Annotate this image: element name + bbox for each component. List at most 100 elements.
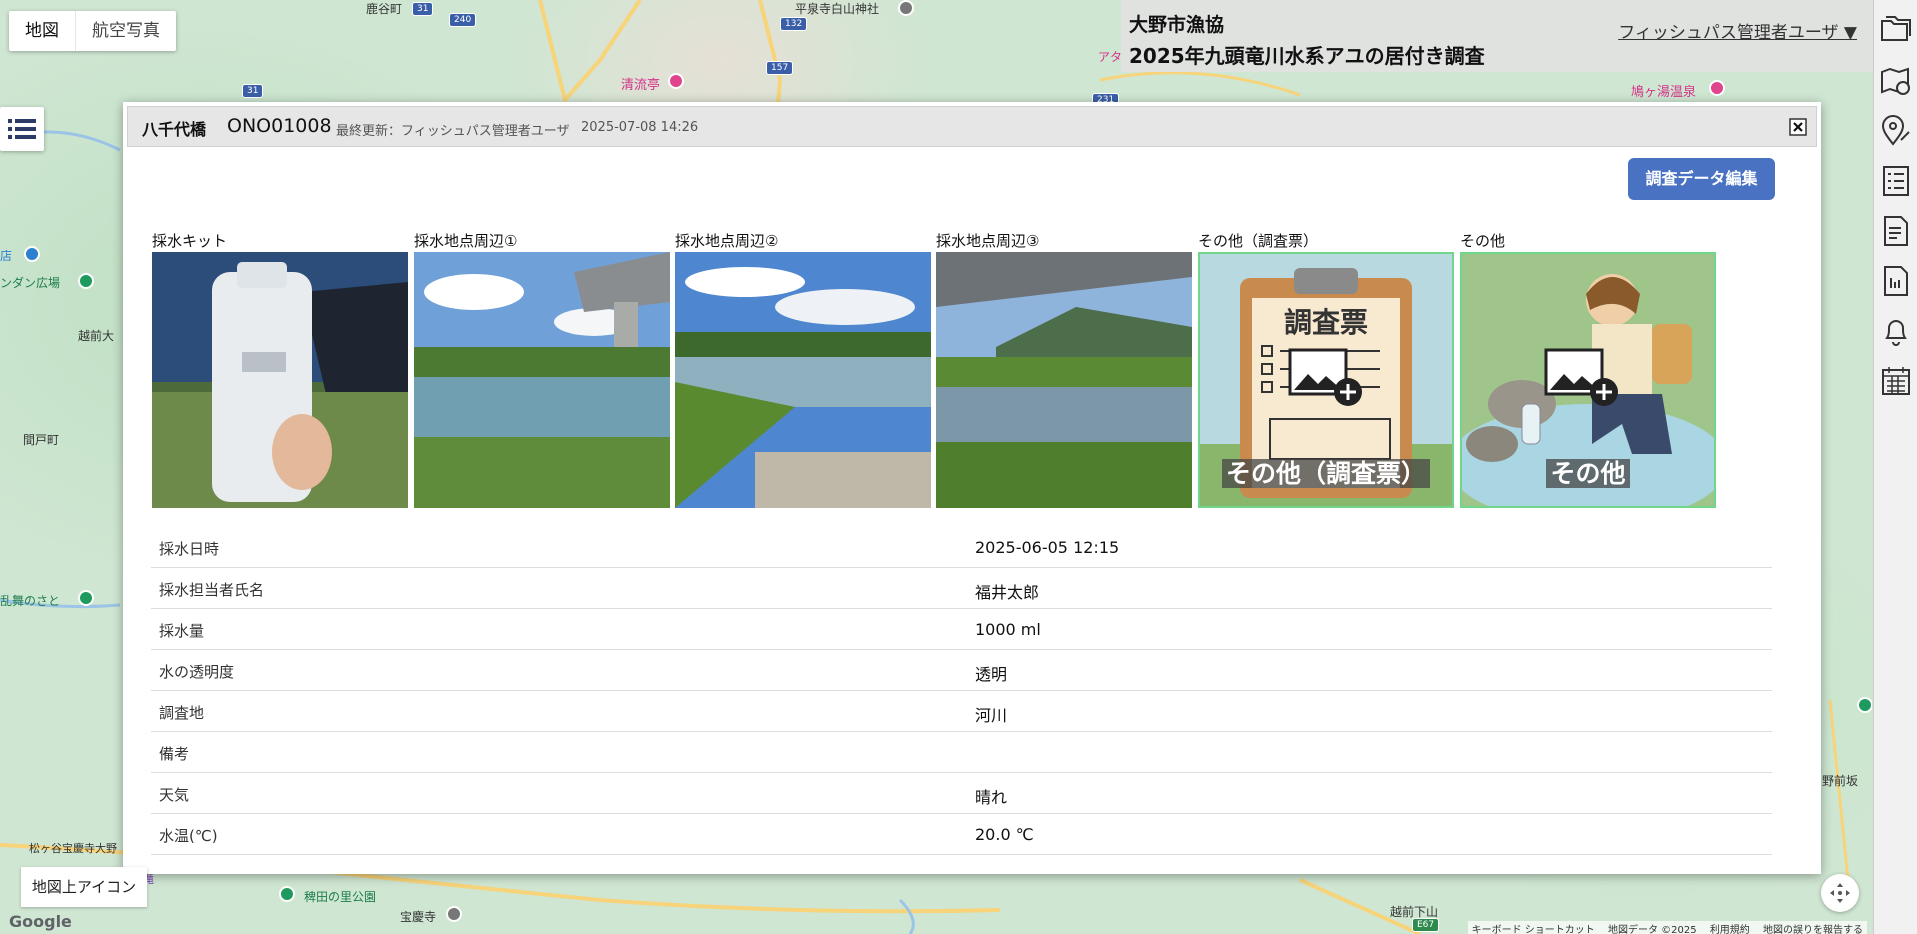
bell-icon	[1885, 320, 1907, 346]
table-row: 採水日時 2025-06-05 12:15	[151, 527, 1772, 568]
survey-point-dialog: 八千代橋 ONO01008 最終更新：フィッシュパス管理者ユーザ 2025-07…	[123, 102, 1821, 874]
onsen-poi-icon[interactable]	[1709, 80, 1725, 96]
route-shield-31: 31	[412, 2, 434, 16]
map-label-echizen: 越前大	[78, 329, 115, 343]
photo-site-2: 採水地点周辺②	[675, 231, 932, 508]
photo-sampling-kit: 採水キット	[152, 231, 409, 508]
add-photo-placeholder[interactable]: その他	[1460, 252, 1716, 508]
row-label: 水の透明度	[159, 663, 235, 681]
table-row: 天気 晴れ	[151, 773, 1772, 814]
recenter-icon	[1830, 883, 1850, 903]
river-site-photo-1	[414, 252, 670, 508]
park-poi-icon[interactable]	[78, 273, 94, 289]
photo-caption: その他	[1460, 232, 1506, 250]
shop-poi-icon[interactable]	[24, 246, 40, 262]
close-button[interactable]	[1788, 117, 1808, 137]
google-logo: Google	[9, 912, 72, 931]
park-poi-icon-2[interactable]	[78, 590, 94, 606]
photo-site-3: 採水地点周辺③	[936, 231, 1193, 508]
photo-thumbnail[interactable]	[675, 252, 931, 508]
map-label-hiedano: 稗田の里公園	[304, 890, 377, 904]
photo-thumbnail[interactable]	[414, 252, 670, 508]
route-shield-157: 157	[766, 61, 794, 75]
row-value: 福井太郎	[975, 583, 1040, 602]
photo-caption: 採水地点周辺①	[414, 232, 518, 250]
map-icons-legend-button[interactable]: 地図上アイコン	[21, 867, 147, 907]
checklist-icon	[1883, 166, 1909, 196]
folders-button[interactable]	[1874, 4, 1917, 54]
map-label-seiryutei: 清流亭	[621, 78, 661, 93]
add-photo-placeholder[interactable]: 調査票 その他（調査票）	[1198, 252, 1454, 508]
location-pin-icon	[1881, 115, 1910, 146]
temple-poi-icon[interactable]	[446, 906, 462, 922]
map-refresh-button[interactable]	[1874, 56, 1917, 106]
photo-caption: その他（調査票）	[1198, 232, 1319, 250]
map-label-madoi: 間戸町	[23, 433, 60, 447]
row-label: 採水日時	[159, 540, 220, 558]
row-label: 水温(℃)	[159, 827, 218, 845]
keyboard-shortcuts-link[interactable]: キーボード ショートカット	[1472, 925, 1595, 934]
map-label-ten: 店	[0, 249, 13, 263]
last-updated-time: 2025-07-08 14:26	[581, 120, 699, 135]
shrine-poi-icon[interactable]	[898, 0, 914, 16]
photo-thumbnail[interactable]	[152, 252, 408, 508]
row-value: 2025-06-05 12:15	[975, 538, 1120, 557]
sampling-kit-photo	[152, 252, 408, 508]
calendar-button[interactable]	[1874, 356, 1917, 406]
map-type-map-button[interactable]: 地図	[9, 11, 75, 51]
map-label-nomaezaka: 野前坂	[1822, 774, 1859, 788]
table-row: 採水担当者氏名 福井太郎	[151, 568, 1772, 609]
placeholder-label: その他（調査票）	[1200, 454, 1452, 490]
row-value: 晴れ	[975, 788, 1008, 807]
row-label: 採水量	[159, 622, 205, 640]
last-updated-by: 最終更新：フィッシュパス管理者ユーザ	[336, 124, 570, 139]
park-poi-icon-3[interactable]	[279, 886, 295, 902]
document-download-icon	[1884, 266, 1908, 296]
map-type-control: 地図 航空写真	[9, 11, 176, 51]
route-shield-31b: 31	[242, 84, 264, 98]
survey-sheet-heading: 調査票	[1284, 306, 1368, 339]
map-label-shikaya: 鹿谷町	[366, 2, 403, 16]
document-upload-icon	[1884, 216, 1908, 246]
close-icon	[1789, 118, 1807, 136]
place-name: 八千代橋	[142, 120, 207, 139]
terms-link[interactable]: 利用規約	[1710, 925, 1750, 934]
point-code: ONO01008	[227, 115, 332, 137]
survey-title: 2025年九頭竜川水系アユの居付き調査	[1129, 44, 1485, 68]
hotel-poi-icon[interactable]	[668, 73, 684, 89]
park-poi-icon-4[interactable]	[1857, 697, 1872, 713]
list-icon	[8, 119, 36, 139]
row-label: 備考	[159, 745, 190, 763]
map-attribution: キーボード ショートカット 地図データ ©2025 利用規約 地図の誤りを報告す…	[1467, 921, 1867, 934]
table-row: 水温(℃) 20.0 ℃	[151, 814, 1772, 855]
map-label-heisenji: 平泉寺白山神社	[795, 2, 880, 16]
photo-thumbnail[interactable]	[936, 252, 1192, 508]
report-error-link[interactable]: 地図の誤りを報告する	[1763, 925, 1863, 934]
checklist-button[interactable]	[1874, 156, 1917, 206]
row-label: 調査地	[159, 704, 205, 722]
row-value: 20.0 ℃	[975, 825, 1034, 844]
map-type-satellite-button[interactable]: 航空写真	[75, 11, 176, 51]
list-menu-button[interactable]	[0, 107, 44, 151]
route-shield-132: 132	[780, 17, 808, 31]
right-toolbar	[1873, 0, 1917, 934]
row-value: 透明	[975, 665, 1008, 684]
location-edit-button[interactable]	[1874, 106, 1917, 156]
organization-name: 大野市漁協	[1129, 14, 1225, 36]
edit-survey-data-button[interactable]: 調査データ編集	[1628, 158, 1775, 200]
user-menu-link[interactable]: フィッシュパス管理者ユーザ ▼	[1618, 18, 1857, 43]
download-data-button[interactable]	[1874, 256, 1917, 306]
photo-survey-sheet: その他（調査票） 調査票 その他（調査票）	[1198, 231, 1455, 508]
table-row: 水の透明度 透明	[151, 650, 1772, 691]
placeholder-label: その他	[1462, 454, 1714, 490]
recenter-button[interactable]	[1821, 874, 1859, 912]
calendar-icon	[1882, 367, 1910, 395]
table-row: 調査地 河川	[151, 691, 1772, 732]
photo-caption: 採水地点周辺③	[936, 232, 1040, 250]
river-site-photo-3	[936, 252, 1192, 508]
folders-icon	[1881, 16, 1911, 41]
map-refresh-icon	[1881, 67, 1910, 95]
photo-caption: 採水キット	[152, 232, 228, 250]
export-button[interactable]	[1874, 206, 1917, 256]
notifications-button[interactable]	[1874, 306, 1917, 356]
